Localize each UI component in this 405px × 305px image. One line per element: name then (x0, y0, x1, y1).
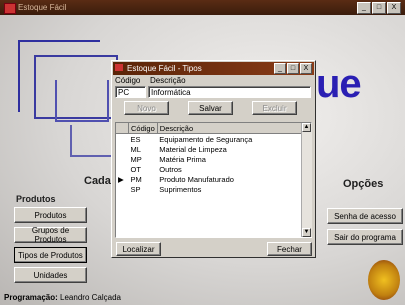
options-heading: Opções (343, 178, 384, 190)
new-button[interactable]: Novo (124, 101, 169, 115)
column-header-description[interactable]: Descrição (157, 123, 303, 134)
product-types-button[interactable]: Tipos de Produtos (14, 247, 87, 263)
close-dialog-button[interactable]: Fechar (267, 242, 312, 256)
cell-code[interactable]: OT (129, 164, 158, 174)
types-grid[interactable]: Código Descrição ES Equipamento de Segura… (115, 122, 312, 238)
main-window-title: Estoque Fácil (18, 3, 67, 12)
products-button[interactable]: Produtos (14, 207, 87, 223)
cell-code[interactable]: ML (129, 144, 158, 154)
table-row[interactable]: ML Material de Limpeza (116, 144, 302, 154)
cell-description[interactable]: Equipamento de Segurança (157, 134, 302, 145)
cell-description[interactable]: Outros (157, 164, 302, 174)
window-controls: _ □ X (357, 2, 401, 14)
product-groups-button[interactable]: Grupos de Produtos (14, 226, 87, 244)
footer-credit: Programação: Leandro Calçada (4, 293, 121, 302)
delete-button[interactable]: Excluir (252, 101, 297, 115)
cell-code[interactable]: PM (129, 174, 158, 184)
app-icon[interactable] (4, 3, 16, 14)
products-heading: Produtos (16, 194, 56, 204)
cell-description[interactable]: Matéria Prima (157, 154, 302, 164)
row-indicator (116, 154, 129, 164)
types-dialog: Estoque Fácil - Tipos _ □ X Código Descr… (111, 60, 316, 258)
brand-title: ue (316, 62, 362, 106)
cell-description[interactable]: Suprimentos (157, 184, 302, 194)
close-button[interactable]: X (387, 2, 401, 14)
cell-code[interactable]: ES (129, 134, 158, 145)
cell-description[interactable]: Produto Manufaturado (157, 174, 302, 184)
dialog-window-controls: _ □ X (274, 63, 312, 74)
cell-code[interactable]: SP (129, 184, 158, 194)
award-badge-icon (368, 260, 400, 300)
table-header-row: Código Descrição (116, 123, 303, 134)
minimize-button[interactable]: _ (357, 2, 371, 14)
current-row-arrow-icon: ▶ (118, 174, 124, 184)
password-button[interactable]: Senha de acesso (327, 208, 403, 224)
table-row-selected[interactable]: ▶ PM Produto Manufaturado (116, 174, 302, 184)
exit-program-button[interactable]: Sair do programa (327, 229, 403, 245)
scroll-down-icon[interactable]: ▼ (302, 228, 311, 237)
row-indicator (116, 164, 129, 174)
row-indicator (116, 144, 129, 154)
row-indicator (116, 184, 129, 194)
footer-label: Programação: (4, 293, 58, 302)
code-label: Código (115, 76, 141, 85)
row-indicator (116, 134, 129, 145)
types-table: Código Descrição ES Equipamento de Segura… (116, 123, 303, 194)
table-row[interactable]: SP Suprimentos (116, 184, 302, 194)
units-button[interactable]: Unidades (14, 267, 87, 283)
code-field[interactable]: PC (115, 86, 146, 98)
scroll-up-icon[interactable]: ▲ (302, 123, 311, 132)
main-titlebar[interactable]: Estoque Fácil (0, 0, 405, 15)
table-row[interactable]: MP Matéria Prima (116, 154, 302, 164)
dialog-minimize-button[interactable]: _ (274, 63, 286, 74)
dialog-title: Estoque Fácil - Tipos (127, 64, 202, 73)
description-label: Descrição (150, 76, 186, 85)
row-indicator-header (116, 123, 129, 134)
dialog-maximize-button[interactable]: □ (287, 63, 299, 74)
description-field[interactable]: Informática (148, 86, 311, 98)
dialog-close-button[interactable]: X (300, 63, 312, 74)
grid-scrollbar[interactable]: ▲ ▼ (301, 123, 312, 237)
logo-box-inner-icon (55, 80, 109, 122)
column-header-code[interactable]: Código (128, 123, 158, 134)
cell-description[interactable]: Material de Limpeza (157, 144, 302, 154)
maximize-button[interactable]: □ (372, 2, 386, 14)
table-row[interactable]: ES Equipamento de Segurança (116, 134, 302, 145)
footer-value: Leandro Calçada (60, 293, 121, 302)
cell-code[interactable]: MP (129, 154, 158, 164)
find-button[interactable]: Localizar (116, 242, 161, 256)
save-button[interactable]: Salvar (188, 101, 233, 115)
dialog-app-icon (115, 64, 123, 71)
table-row[interactable]: OT Outros (116, 164, 302, 174)
section-label-cadastro: Cada (84, 175, 111, 187)
